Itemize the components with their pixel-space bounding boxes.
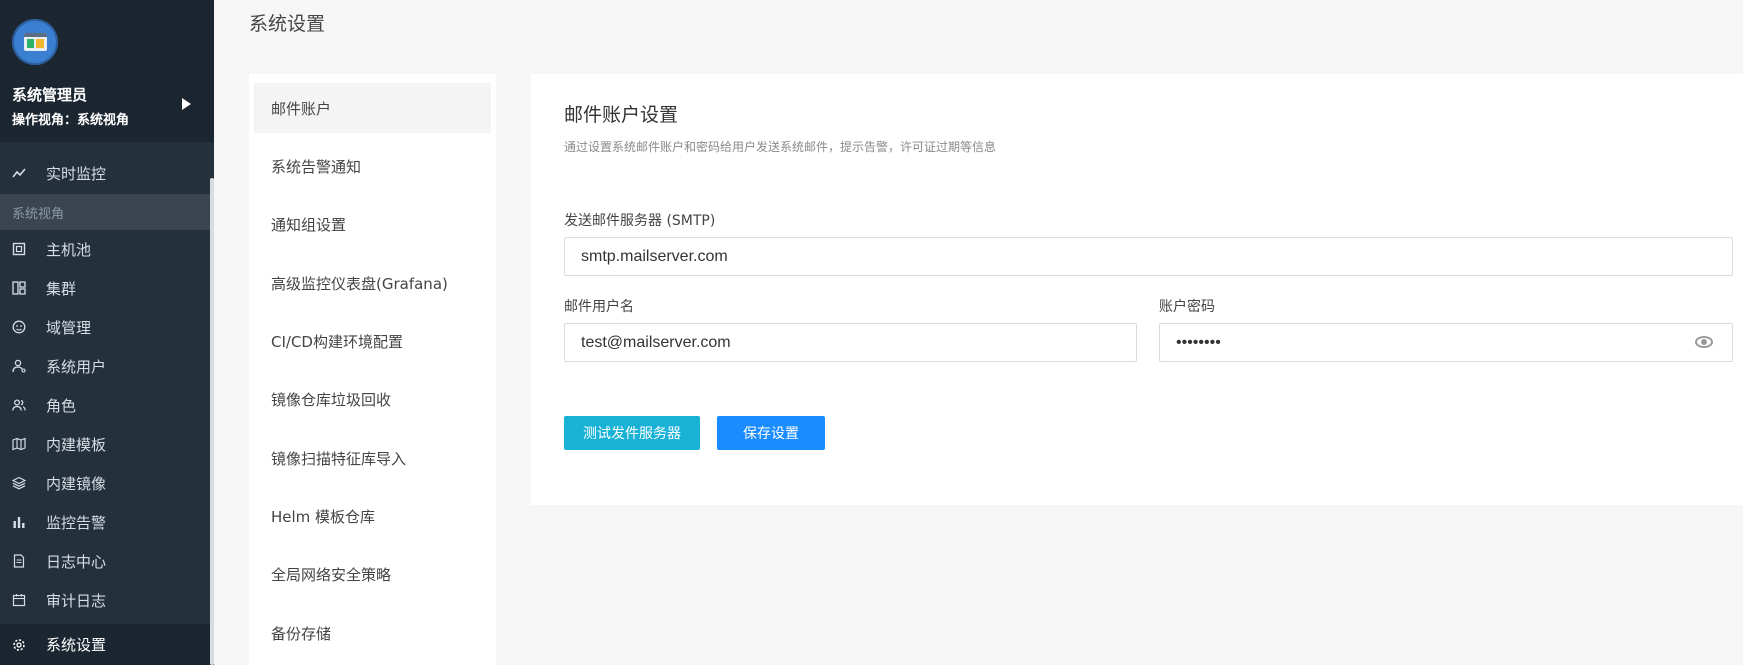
sidebar-item-label: 审计日志 (46, 591, 107, 610)
sidebar-item-monitor-alert[interactable]: 监控告警 (0, 503, 210, 541)
page-title: 系统设置 (249, 13, 326, 35)
app-logo (12, 19, 58, 65)
cluster-icon (12, 281, 26, 295)
subnav-item-label: 备份存储 (271, 625, 332, 643)
save-settings-button[interactable]: 保存设置 (717, 416, 825, 450)
sidebar-item-label: 实时监控 (46, 164, 107, 183)
host-icon (12, 242, 26, 256)
settings-subnav: 邮件账户 系统告警通知 通知组设置 高级监控仪表盘(Grafana) CI/CD… (249, 74, 496, 665)
sidebar-header: 系统管理员 操作视角：系统视角 (0, 0, 214, 142)
subnav-item-email-account[interactable]: 邮件账户 (254, 83, 491, 133)
sidebar-item-label: 角色 (46, 396, 77, 415)
subnav-item-cicd[interactable]: CI/CD构建环境配置 (254, 316, 491, 366)
password-label: 账户密码 (1159, 299, 1215, 315)
sidebar-item-label: 系统设置 (46, 636, 107, 654)
subnav-item-notify-group[interactable]: 通知组设置 (254, 199, 491, 249)
smtp-input[interactable] (564, 237, 1733, 276)
username-label: 邮件用户名 (564, 299, 634, 315)
sidebar-item-label: 主机池 (46, 240, 92, 259)
test-smtp-button[interactable]: 测试发件服务器 (564, 416, 700, 450)
subnav-item-scan-db-import[interactable]: 镜像扫描特征库导入 (254, 433, 491, 483)
sidebar-item-label: 监控告警 (46, 513, 107, 532)
subnav-item-grafana[interactable]: 高级监控仪表盘(Grafana) (254, 258, 491, 308)
sidebar-item-label: 日志中心 (46, 552, 107, 571)
subnav-item-label: 镜像扫描特征库导入 (271, 450, 407, 468)
subnav-item-label: 全局网络安全策略 (271, 566, 392, 584)
subnav-item-label: 高级监控仪表盘(Grafana) (271, 275, 448, 293)
window-icon (24, 33, 47, 51)
sidebar-item-audit-log[interactable]: 审计日志 (0, 581, 210, 619)
sidebar-item-label: 内建模板 (46, 435, 107, 454)
sidebar-item-system-user[interactable]: 系统用户 (0, 347, 210, 385)
sidebar-item-role[interactable]: 角色 (0, 386, 210, 424)
chart-line-icon (12, 168, 26, 178)
subnav-item-backup-storage[interactable]: 备份存储 (254, 608, 491, 658)
calendar-icon (12, 594, 26, 607)
bar-chart-icon (13, 517, 25, 528)
sidebar-item-domain[interactable]: 域管理 (0, 308, 210, 346)
panel-title: 邮件账户设置 (564, 104, 679, 126)
domain-icon (12, 320, 26, 334)
expand-arrow-icon[interactable] (182, 98, 191, 110)
eye-icon[interactable] (1695, 336, 1713, 348)
email-settings-panel: 邮件账户设置 通过设置系统邮件账户和密码给用户发送系统邮件，提示告警，许可证过期… (531, 74, 1743, 505)
username-input[interactable] (564, 323, 1137, 362)
subnav-item-network-policy[interactable]: 全局网络安全策略 (254, 549, 491, 599)
sidebar-item-label: 系统用户 (46, 357, 107, 376)
subnav-item-alert-notification[interactable]: 系统告警通知 (254, 141, 491, 191)
template-icon (12, 437, 26, 451)
sidebar: 系统管理员 操作视角：系统视角 实时监控 系统视角 主机池 集群 域管理 系统用… (0, 0, 214, 665)
subnav-item-label: CI/CD构建环境配置 (271, 333, 403, 351)
document-icon (13, 554, 25, 568)
panel-description: 通过设置系统邮件账户和密码给用户发送系统邮件，提示告警，许可证过期等信息 (564, 140, 997, 154)
layers-icon (12, 476, 26, 490)
smtp-label: 发送邮件服务器 (SMTP) (564, 213, 716, 229)
sidebar-item-cluster[interactable]: 集群 (0, 269, 210, 307)
subnav-item-helm-repo[interactable]: Helm 模板仓库 (254, 491, 491, 541)
sidebar-item-builtin-image[interactable]: 内建镜像 (0, 464, 210, 502)
sidebar-item-label: 集群 (46, 279, 77, 298)
password-field (1159, 323, 1733, 362)
section-label: 系统视角 (12, 207, 65, 222)
sidebar-section-system-view: 系统视角 (0, 194, 210, 230)
sidebar-item-system-settings[interactable]: 系统设置 (0, 624, 210, 665)
user-name: 系统管理员 (12, 86, 88, 104)
sidebar-item-log-center[interactable]: 日志中心 (0, 542, 210, 580)
sidebar-item-label: 内建镜像 (46, 474, 107, 493)
subnav-item-label: 镜像仓库垃圾回收 (271, 391, 392, 409)
password-input[interactable] (1159, 323, 1733, 362)
gear-icon (13, 638, 25, 651)
sidebar-item-host-pool[interactable]: 主机池 (0, 230, 210, 268)
sidebar-item-realtime-monitor[interactable]: 实时监控 (0, 154, 210, 192)
role-icon (12, 399, 26, 411)
subnav-item-label: Helm 模板仓库 (271, 508, 376, 526)
subnav-item-label: 通知组设置 (271, 216, 347, 234)
sidebar-item-builtin-template[interactable]: 内建模板 (0, 425, 210, 463)
user-icon (12, 359, 26, 373)
sidebar-scrollbar[interactable] (210, 178, 214, 665)
sidebar-item-label: 域管理 (46, 318, 92, 337)
subnav-item-registry-gc[interactable]: 镜像仓库垃圾回收 (254, 374, 491, 424)
subnav-item-label: 邮件账户 (271, 100, 332, 118)
user-view: 操作视角：系统视角 (12, 113, 130, 128)
subnav-item-label: 系统告警通知 (271, 158, 362, 176)
